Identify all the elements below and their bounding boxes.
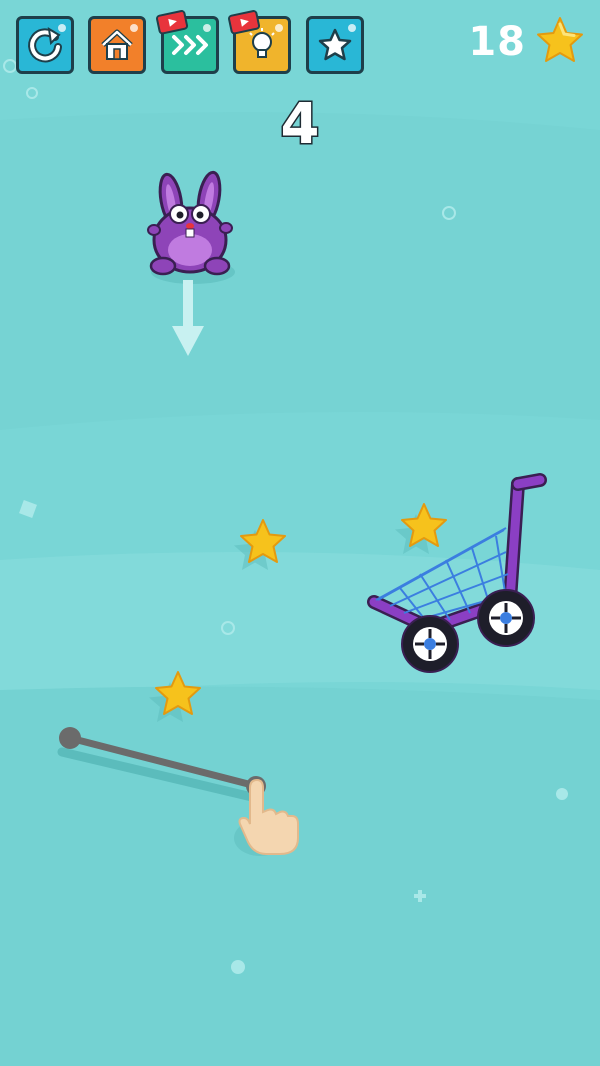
star-score: 18 [468, 14, 588, 70]
star-count: 18 [468, 19, 526, 65]
hint-button[interactable] [228, 10, 291, 74]
video-ad-icon [228, 10, 261, 35]
shopping-cart [367, 473, 547, 673]
collectible-star [234, 519, 286, 570]
skip-level-button[interactable] [156, 10, 219, 74]
level-number: 4 [279, 91, 321, 159]
star-icon [537, 17, 583, 62]
shop-button[interactable] [306, 16, 364, 74]
restart-button[interactable] [16, 16, 74, 74]
tutorial-hand-pointer [234, 778, 299, 856]
drop-direction-arrow [172, 280, 204, 356]
home-button[interactable] [88, 16, 146, 74]
collectible-star [149, 671, 201, 722]
bunny-character [147, 170, 235, 284]
video-ad-icon [156, 10, 189, 35]
